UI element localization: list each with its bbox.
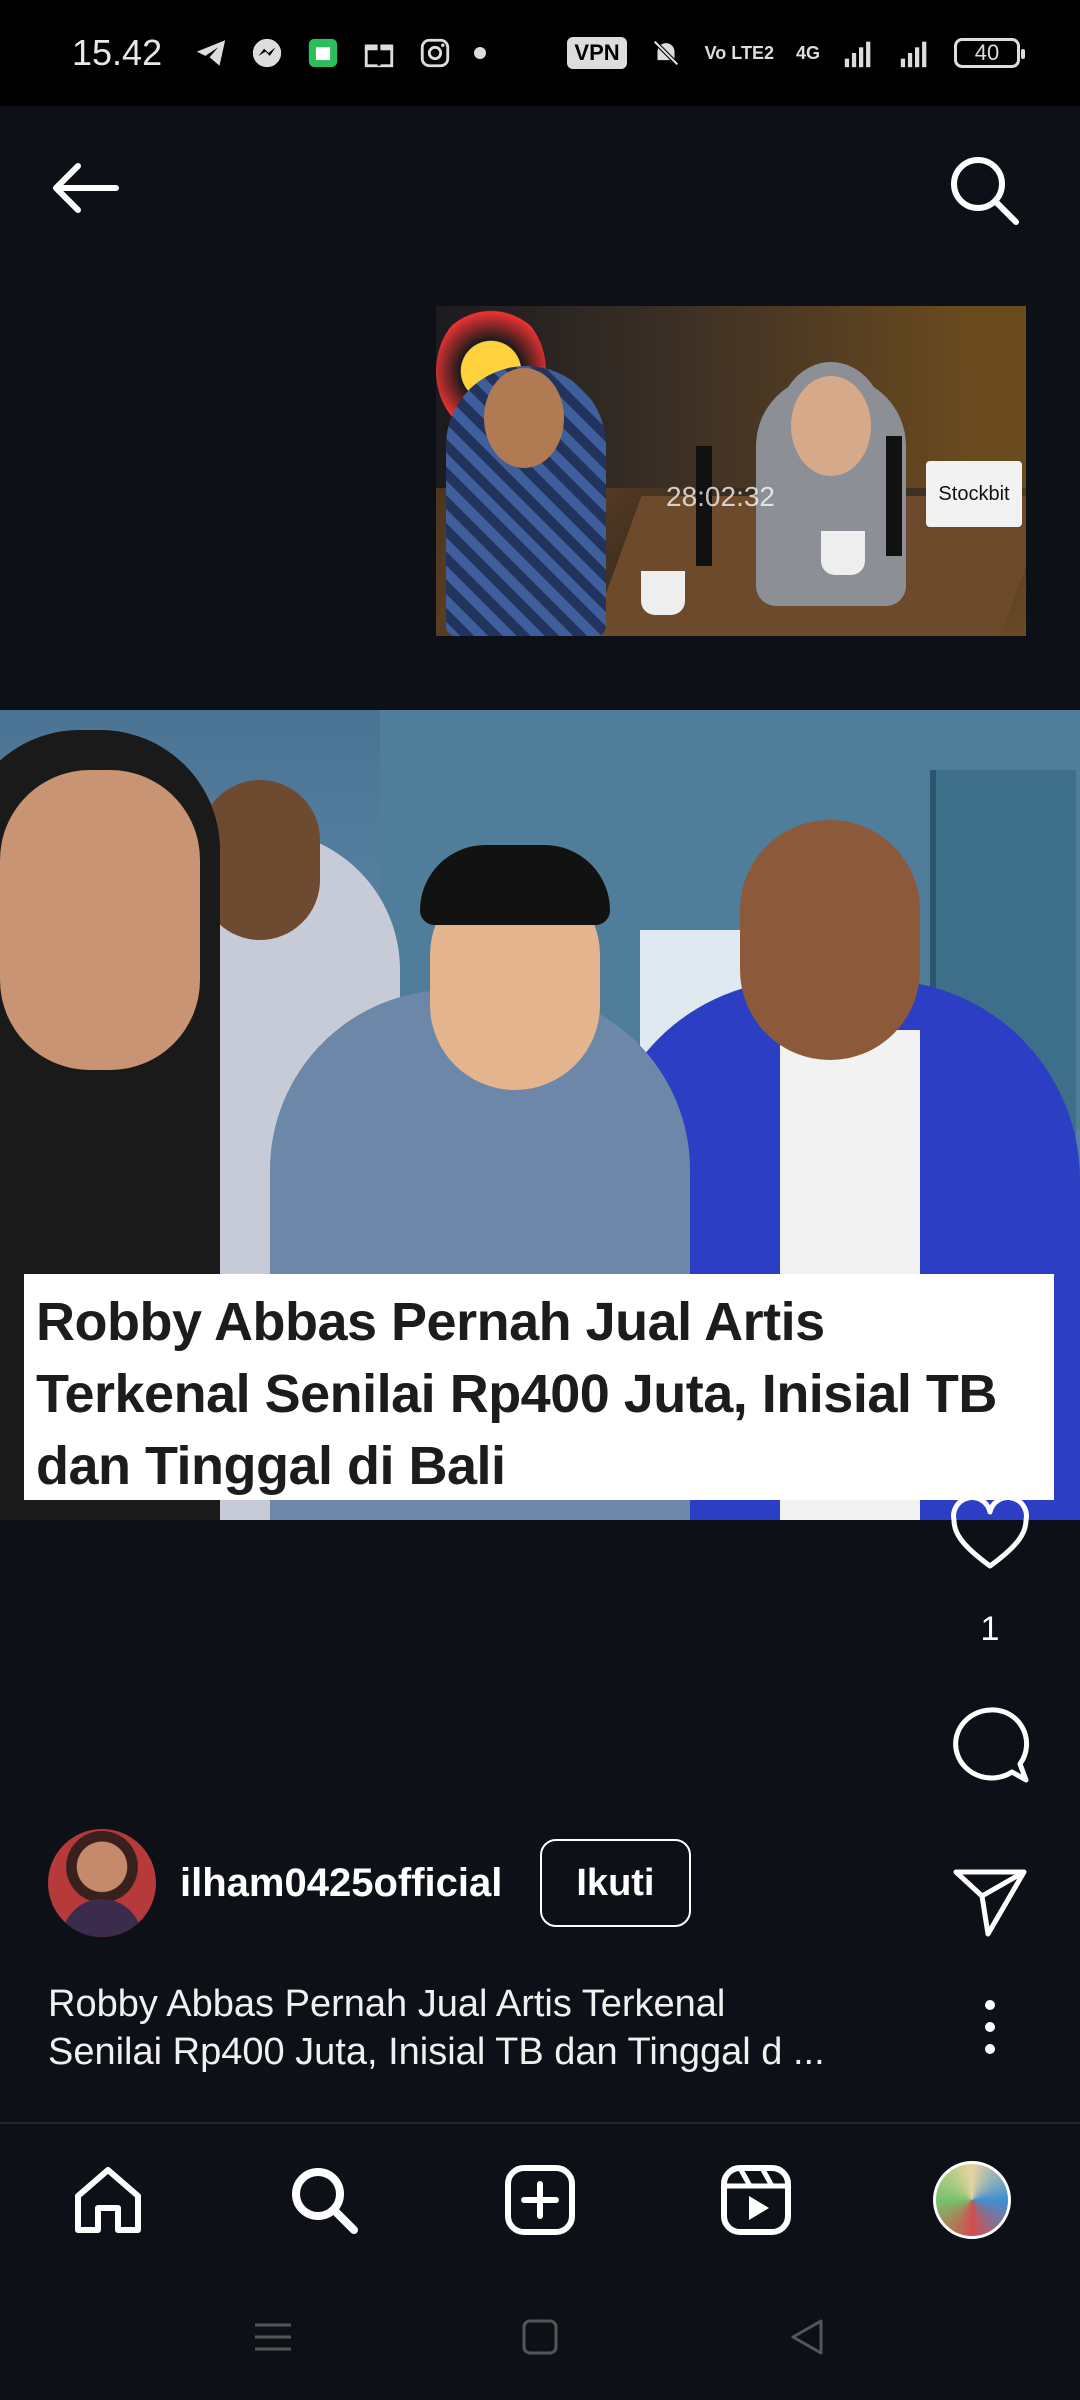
- add-post-icon: [505, 2165, 575, 2235]
- volte-indicator: Vo LTE2: [704, 43, 774, 63]
- back-triangle-icon[interactable]: [787, 2317, 827, 2357]
- avatar-shirt: [62, 1899, 142, 1937]
- system-navigation: [0, 2274, 1080, 2400]
- post-caption[interactable]: Robby Abbas Pernah Jual Artis Terkenal S…: [48, 1980, 908, 2076]
- search-icon[interactable]: [946, 152, 1022, 228]
- nav-home[interactable]: [68, 2160, 148, 2240]
- search-icon: [292, 2168, 358, 2234]
- network-type: 4G: [795, 43, 820, 63]
- send-icon: [953, 1869, 1027, 1937]
- more-options-button[interactable]: [970, 2000, 1010, 2070]
- comment-button[interactable]: [946, 1706, 1034, 1786]
- post-image[interactable]: Robby Abbas Pernah Jual Artis Terkenal S…: [0, 710, 1080, 1520]
- telegram-icon: [196, 40, 226, 66]
- nav-profile[interactable]: [932, 2160, 1012, 2240]
- caption-line-1: Robby Abbas Pernah Jual Artis Terkenal: [48, 1983, 726, 2025]
- status-time: 15.42: [72, 32, 163, 73]
- heart-icon: [951, 1500, 1029, 1569]
- home-icon: [75, 2167, 141, 2233]
- thumbnail-head-left: [484, 368, 564, 468]
- signal-icon: [844, 41, 871, 68]
- author-row: ilham0425official Ikuti: [48, 1828, 691, 1938]
- person-left-face: [0, 770, 200, 1070]
- back-arrow-icon[interactable]: [44, 148, 124, 228]
- shopping-app-icon: [308, 38, 338, 68]
- thumbnail-head-right: [791, 376, 871, 476]
- author-username[interactable]: ilham0425official: [180, 1861, 502, 1906]
- notification-dot-icon: [474, 47, 487, 59]
- nav-reels[interactable]: [716, 2160, 796, 2240]
- mute-bell-icon: [652, 40, 679, 66]
- video-timestamp: 28:02:32: [666, 481, 775, 512]
- profile-avatar: [933, 2161, 1011, 2239]
- signal-icon-2: [900, 41, 927, 68]
- top-bar: [0, 106, 1080, 276]
- battery-icon: 40: [954, 38, 1025, 68]
- vpn-badge: VPN: [567, 37, 627, 69]
- nav-create[interactable]: [500, 2160, 580, 2240]
- author-avatar[interactable]: [48, 1829, 156, 1937]
- like-button[interactable]: [946, 1500, 1034, 1572]
- microphone-icon-2: [886, 436, 902, 556]
- status-bar: 15.42 VPN Vo LTE2 4G 40: [0, 0, 1080, 106]
- post-headline: Robby Abbas Pernah Jual Artis Terkenal S…: [36, 1292, 997, 1496]
- stockbit-label: Stockbit: [926, 461, 1022, 527]
- like-count[interactable]: 1: [946, 1610, 1034, 1649]
- person-right-face: [740, 820, 920, 1060]
- nav-search[interactable]: [284, 2160, 364, 2240]
- share-button[interactable]: [946, 1866, 1034, 1938]
- person-center-hair: [420, 845, 610, 925]
- cup-icon-2: [821, 531, 865, 575]
- instagram-icon: [420, 38, 450, 68]
- home-square-icon[interactable]: [520, 2317, 560, 2357]
- follow-button[interactable]: Ikuti: [540, 1839, 691, 1927]
- recent-apps-icon[interactable]: [253, 2317, 293, 2357]
- gift-icon: [364, 44, 394, 68]
- cup-icon: [641, 571, 685, 615]
- bottom-navigation: [0, 2122, 1080, 2276]
- video-thumbnail[interactable]: Stockbit 28:02:32: [436, 306, 1026, 636]
- comment-icon: [953, 1707, 1030, 1783]
- reels-icon: [721, 2165, 791, 2235]
- messenger-icon: [252, 38, 282, 68]
- headline-box: Robby Abbas Pernah Jual Artis Terkenal S…: [24, 1274, 1054, 1500]
- caption-line-2: Senilai Rp400 Juta, Inisial TB dan Tingg…: [48, 2031, 825, 2073]
